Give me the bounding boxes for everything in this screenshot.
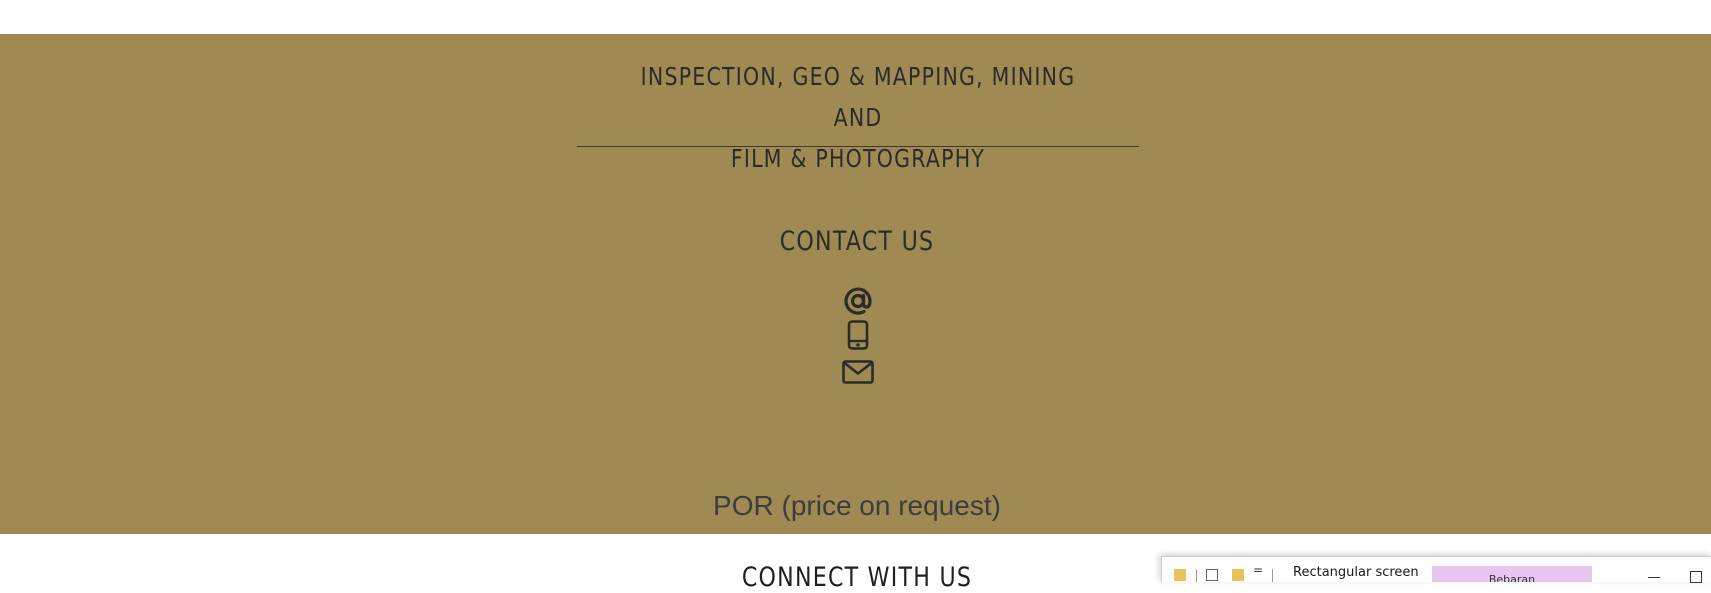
envelope-icon[interactable] — [842, 357, 874, 387]
services-heading-line2: FILM & PHOTOGRAPHY — [730, 144, 986, 173]
minimize-icon[interactable] — [1648, 577, 1660, 578]
window-title: Rectangular screen — [1293, 565, 1419, 580]
price-on-request-text: POR (price on request) — [713, 490, 1001, 521]
customize-toolbar-menu-icon[interactable]: = — [1253, 563, 1263, 577]
heading-divider — [577, 146, 1139, 147]
folder-icon[interactable] — [1174, 569, 1186, 581]
connect-with-us-title: CONNECT WITH US — [741, 562, 973, 593]
window-tab-highlight[interactable]: Bebaran — [1432, 566, 1592, 582]
services-heading-line1: INSPECTION, GEO & MAPPING, MINING AND — [640, 62, 1076, 132]
contact-us-title: CONTACT US — [779, 226, 935, 257]
maximize-icon[interactable] — [1690, 571, 1702, 583]
overlay-window-titlebar[interactable]: = Rectangular screen Bebaran — [1161, 556, 1711, 583]
checkbox-properties-icon[interactable] — [1206, 569, 1218, 581]
titlebar-separator — [1272, 569, 1273, 582]
titlebar-separator — [1196, 569, 1197, 582]
at-sign-icon[interactable] — [842, 286, 874, 316]
mobile-phone-icon[interactable] — [842, 320, 874, 350]
top-white-strip — [0, 0, 1711, 34]
services-heading: INSPECTION, GEO & MAPPING, MINING AND FI… — [628, 56, 1089, 179]
new-folder-icon[interactable] — [1232, 569, 1244, 581]
